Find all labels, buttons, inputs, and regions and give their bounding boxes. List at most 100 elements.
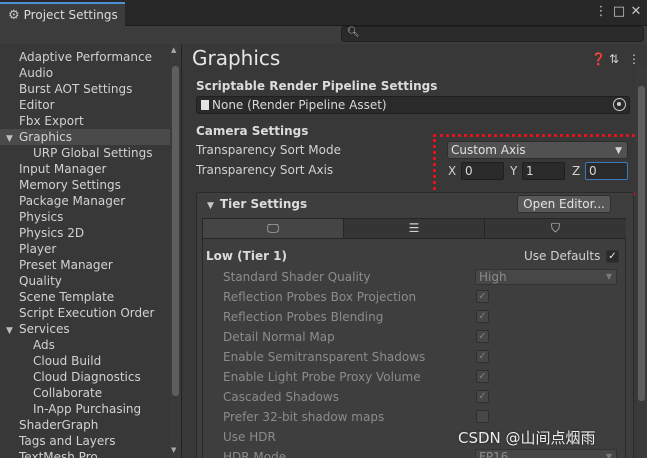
maximize-icon[interactable]: □ [611, 4, 627, 19]
tier-setting-label: Detail Normal Map [223, 330, 335, 344]
tier-setting-checkbox[interactable]: ✓ [476, 350, 489, 363]
transparency-sort-mode-dropdown[interactable]: Custom Axis ▼ [447, 141, 628, 159]
open-editor-button[interactable]: Open Editor... [517, 195, 611, 213]
main-scrollbar[interactable] [636, 66, 647, 458]
tier-settings-panel: ▼ Tier Settings Open Editor... 🖵 ☰ ⛉ Low … [196, 192, 634, 458]
axis-y-label: Y [510, 164, 518, 178]
sidebar-item[interactable]: Preset Manager [0, 257, 170, 273]
tier-setting-label: Standard Shader Quality [223, 270, 371, 284]
scroll-up-icon[interactable]: ▲ [171, 46, 176, 54]
camera-section-header: Camera Settings [196, 124, 309, 138]
sidebar-item-label: Script Execution Order [19, 306, 155, 320]
sidebar-item-label: Package Manager [19, 194, 126, 208]
sidebar-item[interactable]: Input Manager [0, 161, 170, 177]
axis-x-field[interactable]: 0 [461, 162, 504, 180]
sidebar-item-label: Editor [19, 98, 55, 112]
sidebar-item[interactable]: TextMesh Pro [0, 449, 170, 458]
sidebar-item[interactable]: Script Execution Order [0, 305, 170, 321]
sidebar-item-label: In-App Purchasing [33, 402, 142, 416]
server-icon[interactable]: ☰ [344, 219, 485, 238]
sidebar-item[interactable]: Memory Settings [0, 177, 170, 193]
axis-z-field[interactable]: 0 [585, 162, 628, 180]
sidebar-item-label: Quality [19, 274, 62, 288]
sidebar-item[interactable]: Burst AOT Settings [0, 81, 170, 97]
asset-file-icon [201, 100, 209, 110]
monitor-icon[interactable]: 🖵 [203, 219, 344, 238]
sidebar-item[interactable]: Physics 2D [0, 225, 170, 241]
tier-setting-label: Reflection Probes Blending [223, 310, 384, 324]
more-vert-icon[interactable]: ⋮ [593, 4, 609, 19]
axis-z-label: Z [572, 164, 581, 178]
close-icon[interactable]: ✕ [628, 4, 644, 19]
search-row: 🔍︎ [0, 26, 647, 44]
render-pipeline-asset-value: None (Render Pipeline Asset) [212, 98, 387, 112]
tab-title: Project Settings [23, 8, 118, 22]
render-pipeline-asset-field[interactable]: None (Render Pipeline Asset) [196, 96, 630, 114]
sidebar-item-label: Physics 2D [19, 226, 85, 240]
tier-setting-label: Reflection Probes Box Projection [223, 290, 417, 304]
chevron-down-icon: ▼ [615, 146, 622, 156]
sidebar-item-label: Tags and Layers [19, 434, 116, 448]
sidebar-scroll-thumb[interactable] [172, 66, 179, 396]
sidebar-item-label: Player [19, 242, 57, 256]
tier-settings-title: Tier Settings [219, 197, 308, 211]
tier-setting-dropdown[interactable]: FP16 ▼ [475, 449, 617, 458]
sidebar-item-label: Memory Settings [19, 178, 121, 192]
tier-setting-label: Use HDR [223, 430, 276, 444]
tier-setting-value: High [479, 270, 507, 284]
sidebar-item[interactable]: Quality [0, 273, 170, 289]
html5-icon[interactable]: ⛉ [485, 219, 626, 238]
use-defaults-checkbox[interactable]: ✓ [606, 250, 619, 263]
chevron-down-icon: ▼ [605, 272, 612, 281]
watermark: CSDN @山间点烟雨 [458, 429, 596, 447]
preset-icon[interactable]: ⇅ [609, 52, 619, 66]
srp-section-header: Scriptable Render Pipeline Settings [196, 79, 438, 93]
sidebar-item[interactable]: Cloud Diagnostics [0, 369, 170, 385]
sidebar-item[interactable]: Adaptive Performance [0, 49, 170, 65]
tier-setting-label: HDR Mode [223, 450, 287, 458]
search-input[interactable]: 🔍︎ [341, 26, 644, 42]
axis-x-label: X [448, 164, 457, 178]
sidebar-item[interactable]: Cloud Build [0, 353, 170, 369]
sidebar-item[interactable]: Physics [0, 209, 170, 225]
sidebar-item[interactable]: Tags and Layers [0, 433, 170, 449]
sidebar-item[interactable]: Ads [0, 337, 170, 353]
tier-setting-checkbox[interactable] [476, 410, 489, 423]
sidebar-item[interactable]: Scene Template [0, 289, 170, 305]
help-icon[interactable]: ❓ [591, 52, 606, 66]
chevron-down-icon: ▼ [605, 452, 612, 458]
main-scroll-thumb[interactable] [638, 86, 645, 401]
sidebar-item[interactable]: In-App Purchasing [0, 401, 170, 417]
sidebar-item[interactable]: Player [0, 241, 170, 257]
sidebar-scrollbar[interactable]: ▲ ▼ [170, 44, 181, 458]
tier-body: Low (Tier 1) Use Defaults ✓ Standard Sha… [202, 239, 626, 458]
sidebar-item[interactable]: Fbx Export [0, 113, 170, 129]
sidebar-item-label: URP Global Settings [33, 146, 153, 160]
axis-y-field[interactable]: 1 [522, 162, 565, 180]
sidebar-item[interactable]: Package Manager [0, 193, 170, 209]
page-title: Graphics [192, 46, 281, 70]
sidebar-item-label: Burst AOT Settings [19, 82, 133, 96]
tier-setting-dropdown[interactable]: High ▼ [475, 269, 617, 285]
object-picker-icon[interactable] [613, 98, 626, 111]
sidebar-item[interactable]: URP Global Settings [0, 145, 170, 161]
tier-setting-checkbox[interactable]: ✓ [476, 290, 489, 303]
tab-project-settings[interactable]: ⚙ Project Settings [0, 2, 125, 26]
sidebar-item[interactable]: Audio [0, 65, 170, 81]
sidebar-item-label: Cloud Build [33, 354, 102, 368]
tier-name: Low (Tier 1) [206, 249, 288, 263]
tier-setting-checkbox[interactable]: ✓ [476, 330, 489, 343]
more-vert-icon[interactable]: ⋮ [628, 52, 640, 66]
sidebar-item-label: Input Manager [19, 162, 107, 176]
sidebar-item[interactable]: ShaderGraph [0, 417, 170, 433]
sidebar-item[interactable]: ▼ Services [0, 321, 170, 337]
scroll-down-icon[interactable]: ▼ [171, 446, 176, 454]
settings-sidebar: ▲ ▼ Adaptive Performance Audio Burst AOT S… [0, 44, 182, 458]
tier-setting-checkbox[interactable]: ✓ [476, 370, 489, 383]
sidebar-item[interactable]: Collaborate [0, 385, 170, 401]
sidebar-item-label: Physics [19, 210, 64, 224]
tier-setting-checkbox[interactable]: ✓ [476, 390, 489, 403]
sidebar-item[interactable]: ▼ Graphics [0, 129, 170, 145]
tier-setting-checkbox[interactable]: ✓ [476, 310, 489, 323]
sidebar-item[interactable]: Editor [0, 97, 170, 113]
